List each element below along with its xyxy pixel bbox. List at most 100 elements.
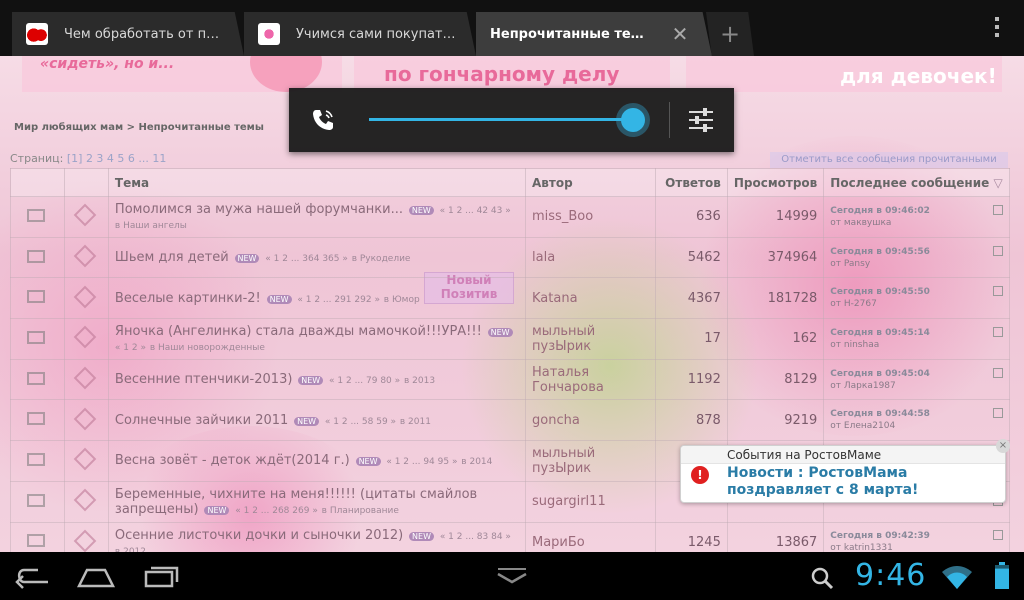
table-row: Веселые картинки-2! NEW « 1 2 ... 291 29… (10, 277, 1010, 320)
topic-author[interactable]: МариБо (525, 521, 656, 552)
last-post-author[interactable]: от ninshaa (830, 340, 879, 350)
topic-views: 13867 (726, 521, 825, 552)
topic-section[interactable]: в Наши ангелы (115, 221, 187, 231)
topic-author[interactable]: Наталья Гончарова (525, 358, 656, 401)
last-post-time: Сегодня в 09:45:04 (830, 368, 930, 379)
topic-section[interactable]: в Юмор (384, 295, 420, 305)
last-post-author[interactable]: от Н-2767 (830, 299, 877, 309)
new-badge[interactable]: NEW (294, 416, 320, 426)
topic-pages[interactable]: « 1 2 ... 291 292 » (297, 295, 380, 305)
close-notification-icon[interactable]: × (996, 439, 1010, 453)
topic-pages[interactable]: « 1 2 ... 364 365 » (265, 254, 348, 264)
topic-link[interactable]: Солнечные зайчики 2011 (115, 413, 288, 428)
menu-chevron-icon[interactable] (492, 562, 532, 590)
topic-author[interactable]: miss_Boo (525, 196, 656, 238)
search-icon[interactable] (810, 566, 834, 590)
overflow-menu-icon[interactable] (992, 14, 1002, 42)
go-to-last-post-icon[interactable] (993, 245, 1003, 256)
topic-icon (27, 534, 45, 548)
topic-link[interactable]: Весенние птенчики-2013) (115, 372, 293, 387)
home-icon[interactable] (76, 562, 116, 590)
topic-pages[interactable]: « 1 2 ... 58 59 » (325, 417, 396, 427)
go-to-last-post-icon[interactable] (993, 530, 1003, 541)
go-to-last-post-icon[interactable] (993, 326, 1003, 337)
table-row: Осенние листочки дочки и сыночки 2012) N… (10, 521, 1010, 552)
go-to-last-post-icon[interactable] (993, 408, 1003, 419)
topic-author[interactable]: мыльный пузЫрик (525, 440, 656, 482)
tab-2[interactable]: Учимся сами покупать ... (244, 12, 476, 56)
breadcrumb[interactable]: Мир любящих мам > Непрочитанные темы (14, 122, 264, 133)
topic-icon (27, 412, 45, 426)
col-topic[interactable]: Тема (107, 168, 527, 197)
topic-author[interactable]: мыльный пузЫрик (525, 318, 656, 360)
last-post-author[interactable]: от katrin1331 (830, 543, 893, 552)
topic-link[interactable]: Осенние листочки дочки и сыночки 2012) (115, 528, 403, 543)
volume-slider-thumb[interactable] (621, 108, 645, 132)
col-views[interactable]: Просмотров (726, 168, 825, 197)
topic-author[interactable]: sugargirl11 (525, 480, 656, 523)
back-icon[interactable] (12, 562, 52, 590)
recent-apps-icon[interactable] (142, 562, 182, 590)
go-to-last-post-icon[interactable] (993, 367, 1003, 378)
topic-icon (27, 208, 45, 222)
volume-slider-track[interactable] (369, 118, 633, 121)
mark-all-read-button[interactable]: Отметить все сообщения прочитанными (770, 152, 1008, 168)
topic-section[interactable]: в Наши новорожденные (150, 343, 265, 353)
sort-down-icon[interactable]: ▽ (993, 176, 1002, 190)
topic-section[interactable]: в 2011 (400, 417, 431, 427)
col-last-post[interactable]: Последнее сообщение ▽ (823, 168, 1010, 197)
topic-author[interactable]: goncha (525, 399, 656, 442)
new-tab-button[interactable]: + (706, 12, 754, 56)
topic-link[interactable]: Веселые картинки-2! (115, 291, 261, 306)
tab-active[interactable]: Непрочитанные темы ✕ (476, 12, 712, 56)
go-to-last-post-icon[interactable] (993, 204, 1003, 215)
topic-section[interactable]: в 2013 (404, 376, 435, 386)
new-badge[interactable]: NEW (487, 328, 513, 338)
topic-pages[interactable]: « 1 2 ... 94 95 » (386, 457, 457, 467)
topic-tag-icon (73, 407, 97, 431)
topic-link[interactable]: Весна зовёт - деток ждёт(2014 г.) (115, 453, 350, 468)
tab-2-label: Учимся сами покупать ... (296, 26, 456, 42)
topic-pages[interactable]: « 1 2 ... 268 269 » (235, 506, 318, 516)
last-post-author[interactable]: от Pansy (830, 259, 870, 269)
topic-pages[interactable]: « 1 2 ... 79 80 » (329, 376, 400, 386)
table-row: Яночка (Ангелинка) стала дважды мамочкой… (10, 318, 1010, 360)
tab-1[interactable]: Чем обработать от пар... (12, 12, 244, 56)
topic-section[interactable]: в Рукоделие (352, 254, 411, 264)
col-author[interactable]: Автор (525, 168, 656, 197)
new-badge[interactable]: NEW (234, 254, 260, 264)
last-post-author[interactable]: от Ларка1987 (830, 381, 895, 391)
topic-link[interactable]: Яночка (Ангелинка) стала дважды мамочкой… (115, 324, 482, 339)
new-badge[interactable]: NEW (355, 457, 381, 467)
phone-call-icon (313, 110, 333, 130)
topic-section[interactable]: в 2014 (461, 457, 492, 467)
notification-body[interactable]: Новости : РостовМама поздравляет с 8 мар… (727, 465, 999, 499)
new-badge[interactable]: NEW (409, 531, 434, 541)
page-links[interactable]: [1] 2 3 4 5 6 ... 11 (67, 152, 167, 165)
new-badge[interactable]: NEW (298, 376, 324, 386)
last-post-author[interactable]: от Елена2104 (830, 421, 895, 431)
sound-settings-icon[interactable] (687, 106, 715, 134)
topic-author[interactable]: Katana (525, 277, 656, 320)
go-to-last-post-icon[interactable] (993, 286, 1003, 297)
topic-views: 162 (726, 318, 825, 360)
topic-replies: 878 (654, 399, 728, 442)
topic-author[interactable]: lala (525, 236, 656, 279)
topic-section[interactable]: в Планирование (322, 506, 399, 516)
col-replies[interactable]: Ответов (654, 168, 728, 197)
topic-pages[interactable]: « 1 2 ... 42 43 » (440, 206, 511, 216)
topic-views: 9219 (726, 399, 825, 442)
last-post-author[interactable]: от маквушка (830, 218, 891, 228)
new-badge[interactable]: NEW (408, 206, 434, 216)
new-badge[interactable]: NEW (266, 294, 292, 304)
table-header: Тема Автор Ответов Просмотров Последнее … (10, 168, 1010, 197)
notification-toast[interactable]: События на РостовМаме ! Новости : Ростов… (680, 445, 1006, 503)
new-badge[interactable]: NEW (204, 505, 230, 515)
topic-pages[interactable]: « 1 2 ... 83 84 » (440, 532, 511, 542)
topic-pages[interactable]: « 1 2 » (115, 343, 146, 353)
last-post-time: Сегодня в 09:42:39 (830, 531, 930, 542)
close-tab-icon[interactable]: ✕ (670, 24, 690, 44)
topic-link[interactable]: Шьем для детей (115, 250, 229, 265)
topic-link[interactable]: Помолимся за мужа нашей форумчанки... (115, 202, 403, 217)
system-bar: 9:46 (0, 552, 1024, 600)
